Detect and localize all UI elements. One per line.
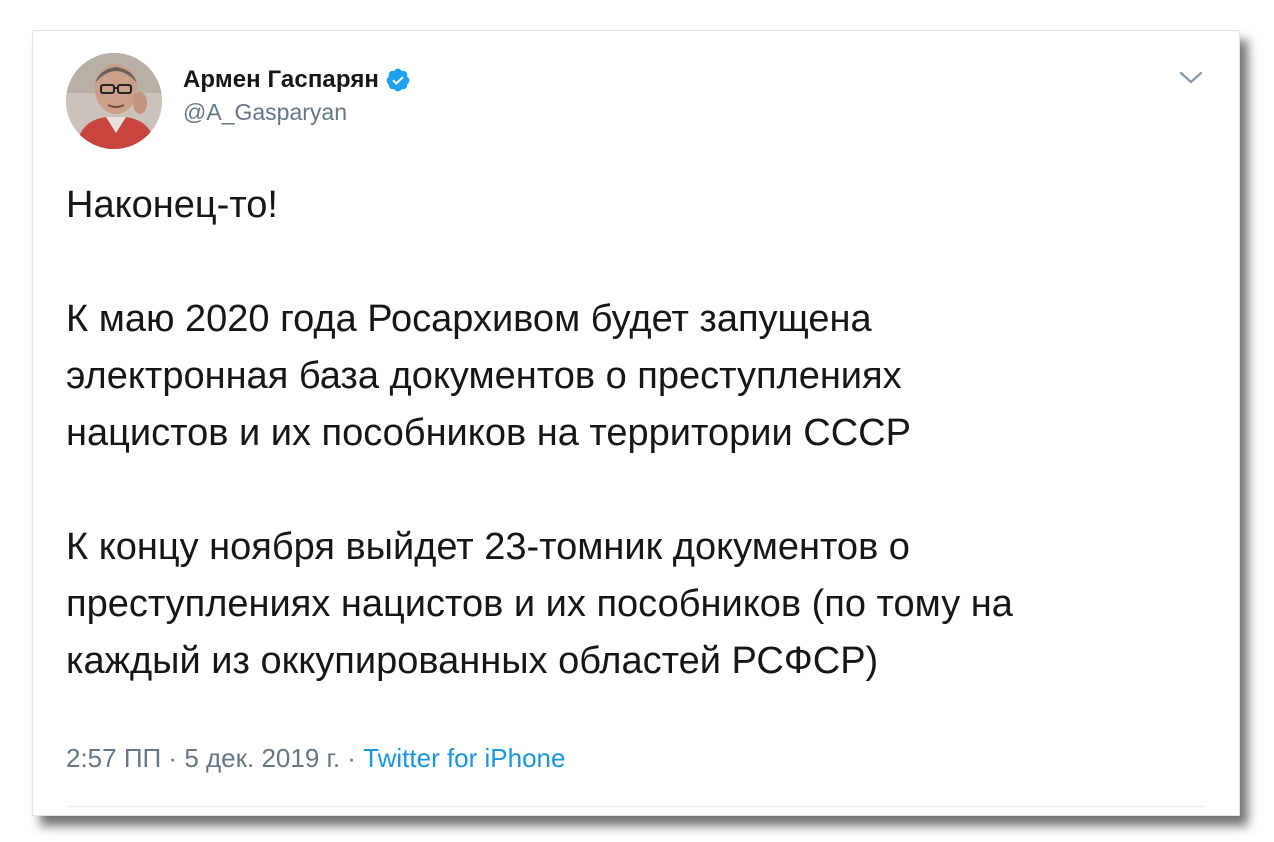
meta-separator: · [340, 743, 364, 773]
tweet-date[interactable]: 5 дек. 2019 г. [184, 743, 340, 773]
avatar[interactable] [66, 53, 162, 149]
user-handle[interactable]: @A_Gasparyan [183, 99, 411, 126]
display-name[interactable]: Армен Гаспарян [183, 66, 379, 94]
tweet-line: каждый из оккупированных областей РСФСР) [66, 640, 879, 682]
chevron-down-icon[interactable] [1177, 67, 1205, 89]
meta-separator: · [161, 743, 185, 773]
tweet-line: К маю 2020 года Росархивом будет запущен… [66, 298, 872, 340]
tweet-source-link[interactable]: Twitter for iPhone [363, 743, 565, 773]
tweet-line: нацистов и их пособников на территории С… [66, 412, 911, 454]
author-info: Армен Гаспарян @A_Gasparyan [183, 65, 411, 126]
tweet-card: Армен Гаспарян @A_Gasparyan Наконец-то! … [33, 31, 1239, 815]
tweet-time[interactable]: 2:57 ПП [66, 743, 161, 773]
profile-photo [66, 53, 162, 149]
tweet-line: К концу ноября выйдет 23-томник документ… [66, 526, 910, 568]
tweet-line: преступлениях нацистов и их пособников (… [66, 583, 1013, 625]
divider [66, 806, 1206, 807]
tweet-line: Наконец-то! [66, 184, 278, 226]
tweet-metadata: 2:57 ПП · 5 дек. 2019 г. · Twitter for i… [66, 743, 565, 774]
name-row: Армен Гаспарян [183, 65, 411, 95]
screenshot-frame: Армен Гаспарян @A_Gasparyan Наконец-то! … [32, 30, 1240, 816]
tweet-text: Наконец-то! К маю 2020 года Росархивом б… [66, 177, 1216, 690]
verified-badge-icon [386, 68, 410, 92]
tweet-line: электронная база документов о преступлен… [66, 355, 902, 397]
